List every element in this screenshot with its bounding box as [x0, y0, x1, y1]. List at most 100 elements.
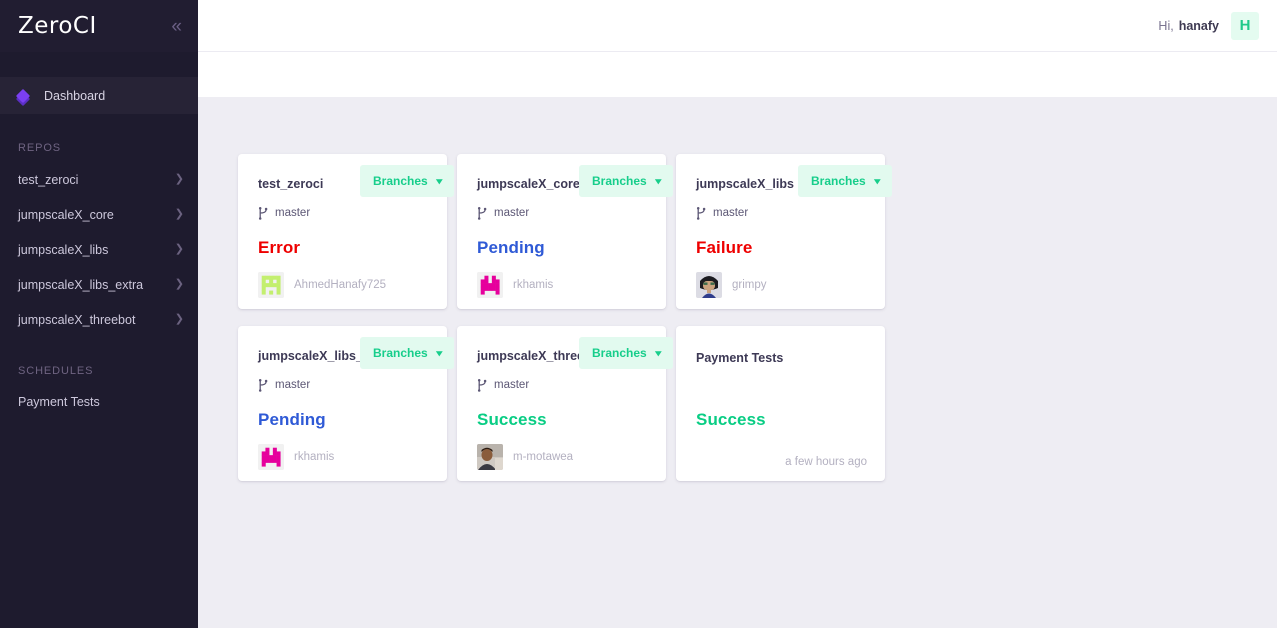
identicon-avatar — [477, 272, 503, 298]
branch-row: master — [696, 205, 867, 221]
author-name: rkhamis — [294, 451, 335, 463]
sidebar-item-label: jumpscaleX_threebot — [18, 312, 136, 327]
sidebar-item-jumpscalex-core[interactable]: jumpscaleX_core ❯ — [0, 197, 198, 232]
user-photo-avatar — [477, 444, 503, 470]
chevron-right-icon: ❯ — [174, 243, 184, 255]
sidebar-item-label: Payment Tests — [18, 394, 100, 409]
branch-row: master — [258, 205, 429, 221]
author-name: AhmedHanafy725 — [294, 279, 387, 291]
sidebar-item-jumpscalex-threebot[interactable]: jumpscaleX_threebot ❯ — [0, 302, 198, 337]
topbar: Hi, hanafy H — [198, 0, 1277, 52]
sidebar-header: ZeroCI « — [0, 0, 198, 52]
repo-card[interactable]: jumpscaleX_libs_extra Branches ▾ master Pend… — [238, 326, 455, 481]
card-header: test_zeroci Branches ▾ — [258, 165, 455, 197]
card-header: jumpscaleX_threebot Branches ▾ — [477, 337, 674, 369]
branches-label: Branches — [373, 346, 428, 360]
timestamp: a few hours ago — [785, 456, 867, 468]
branches-dropdown-button[interactable]: Branches ▾ — [579, 165, 674, 197]
author-name: rkhamis — [513, 279, 554, 291]
branch-name: master — [275, 207, 311, 219]
sidebar-item-label: jumpscaleX_libs — [18, 242, 109, 257]
branch-row: master — [477, 377, 648, 393]
status-badge: Error — [258, 238, 301, 257]
git-branch-icon — [477, 206, 487, 220]
branches-label: Branches — [373, 174, 428, 188]
sidebar-spacer — [0, 52, 198, 77]
chevron-down-icon: ▾ — [654, 175, 662, 186]
card-header: jumpscaleX_libs Branches ▾ — [696, 165, 893, 197]
chevron-down-icon: ▾ — [873, 175, 881, 186]
branch-row: master — [258, 377, 429, 393]
git-branch-icon — [258, 378, 268, 392]
branch-name: master — [713, 207, 749, 219]
sidebar-item-label: Dashboard — [44, 88, 106, 103]
sidebar-item-label: jumpscaleX_core — [18, 207, 114, 222]
repo-card[interactable]: jumpscaleX_core Branches ▾ master Pending rkh… — [457, 154, 674, 309]
status-badge: Failure — [696, 238, 753, 257]
chevron-right-icon: ❯ — [174, 173, 184, 185]
chevron-right-icon: ❯ — [174, 208, 184, 220]
branches-dropdown-button[interactable]: Branches ▾ — [798, 165, 893, 197]
repo-card[interactable]: jumpscaleX_threebot Branches ▾master Succes… — [457, 326, 674, 481]
status-badge: Pending — [477, 238, 545, 257]
card-header: Payment Tests — [696, 348, 867, 368]
sidebar-item-label: test_zeroci — [18, 172, 79, 187]
chevron-down-icon: ▾ — [435, 347, 443, 358]
chevrons-left-icon[interactable]: « — [171, 17, 182, 36]
git-branch-icon — [696, 206, 706, 220]
author-name: grimpy — [732, 279, 767, 291]
status-badge: Success — [477, 410, 547, 429]
chevron-right-icon: ❯ — [174, 313, 184, 325]
author-row: m-motawea — [477, 444, 648, 470]
branches-dropdown-button[interactable]: Branches ▾ — [360, 337, 455, 369]
content-area: test_zeroci Branches ▾ master Error AhmedHana… — [198, 97, 1277, 628]
sidebar: ZeroCI « Dashboard REPOS test_zeroci ❯ j… — [0, 0, 198, 628]
repo-name: test_zeroci — [258, 177, 324, 191]
avatar[interactable]: H — [1231, 11, 1259, 40]
branches-label: Branches — [811, 174, 866, 188]
greeting-text: Hi, — [1158, 18, 1174, 33]
git-branch-icon — [258, 206, 268, 220]
sidebar-item-dashboard[interactable]: Dashboard — [0, 77, 198, 114]
user-photo-avatar — [696, 272, 722, 298]
author-name: m-motawea — [513, 451, 574, 463]
sidebar-item-label: jumpscaleX_libs_extra — [18, 277, 144, 292]
branches-label: Branches — [592, 346, 647, 360]
repo-card[interactable]: jumpscaleX_libs Branches ▾ master Failure gri… — [676, 154, 893, 309]
card-header: jumpscaleX_core Branches ▾ — [477, 165, 674, 197]
sub-toolbar — [198, 52, 1277, 97]
status-badge: Pending — [258, 410, 326, 429]
git-branch-icon — [477, 378, 487, 392]
chevron-right-icon: ❯ — [174, 278, 184, 290]
branches-dropdown-button[interactable]: Branches ▾ — [360, 165, 455, 197]
sidebar-item-test-zeroci[interactable]: test_zeroci ❯ — [0, 162, 198, 197]
sidebar-item-payment-tests[interactable]: Payment Tests — [0, 385, 198, 418]
identicon-avatar — [258, 444, 284, 470]
status-badge: Success — [696, 410, 766, 429]
main-area: Hi, hanafy H test_zeroci Branches ▾ master E… — [198, 0, 1277, 628]
card-grid: test_zeroci Branches ▾ master Error AhmedHana… — [238, 154, 941, 481]
repo-name: jumpscaleX_core — [477, 177, 580, 191]
author-row: rkhamis — [477, 272, 648, 298]
branch-name: master — [494, 207, 530, 219]
branch-name: master — [494, 379, 530, 391]
sidebar-item-jumpscalex-libs[interactable]: jumpscaleX_libs ❯ — [0, 232, 198, 267]
repo-card[interactable]: test_zeroci Branches ▾ master Error AhmedHana… — [238, 154, 455, 309]
app-root: ZeroCI « Dashboard REPOS test_zeroci ❯ j… — [0, 0, 1277, 628]
branches-label: Branches — [592, 174, 647, 188]
sidebar-section-schedules: SCHEDULES — [18, 365, 94, 377]
author-row: rkhamis — [258, 444, 429, 470]
card-header: jumpscaleX_libs_extra Branches ▾ — [258, 337, 455, 369]
username-label[interactable]: hanafy — [1179, 19, 1219, 33]
chevron-down-icon: ▾ — [435, 175, 443, 186]
sidebar-item-jumpscalex-libs-extra[interactable]: jumpscaleX_libs_extra ❯ — [0, 267, 198, 302]
sidebar-section-repos: REPOS — [18, 142, 62, 154]
brand-logo[interactable]: ZeroCI — [18, 13, 97, 39]
branches-dropdown-button[interactable]: Branches ▾ — [579, 337, 674, 369]
author-row: grimpy — [696, 272, 867, 298]
schedule-card[interactable]: Payment Tests Success a few hours ago — [676, 326, 885, 481]
author-row: AhmedHanafy725 — [258, 272, 429, 298]
branch-row: master — [477, 205, 648, 221]
diamond-icon — [15, 88, 32, 106]
repo-name: jumpscaleX_libs — [696, 177, 794, 191]
